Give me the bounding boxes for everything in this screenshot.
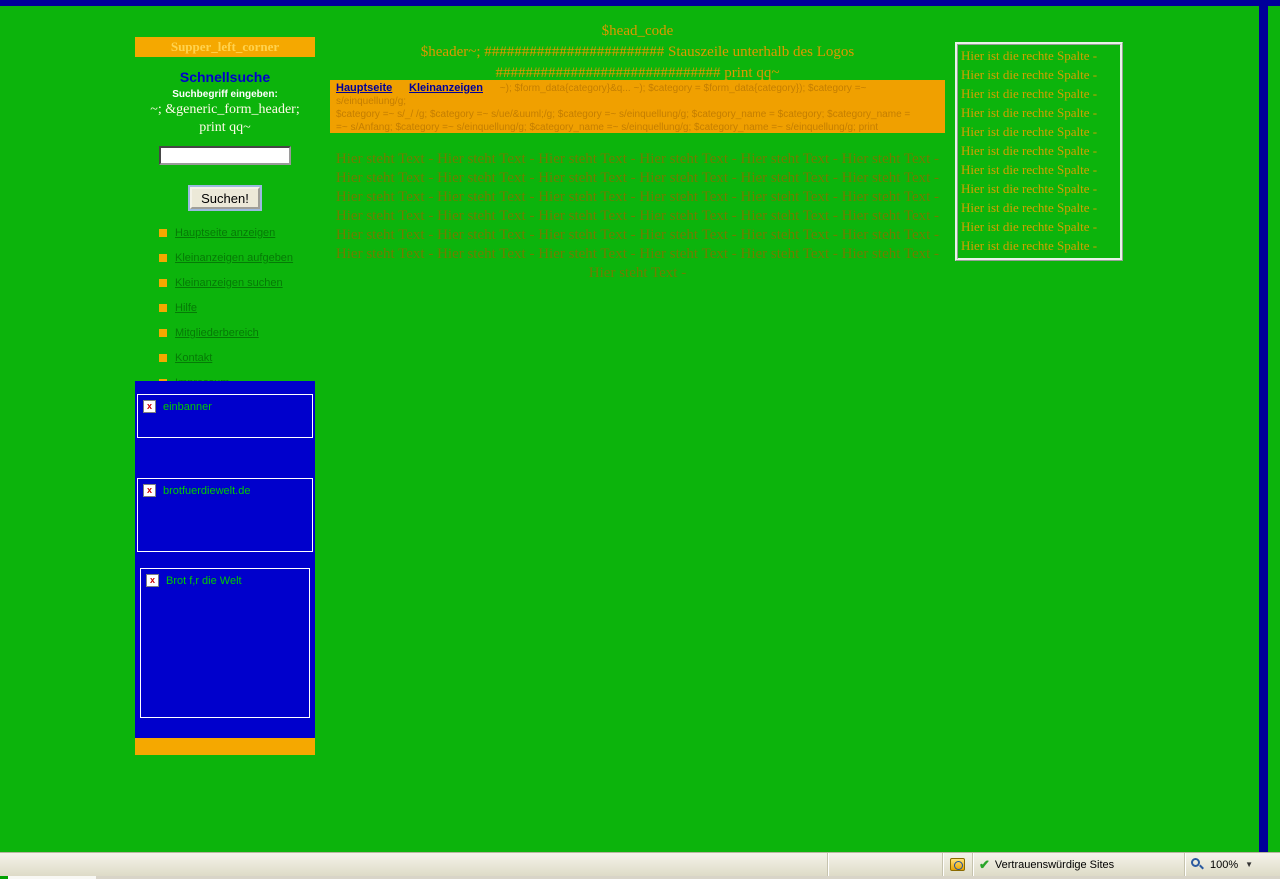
status-bar: ✔ Vertrauenswürdige Sites 100% ▼ xyxy=(0,852,1280,876)
status-message-area xyxy=(0,853,827,876)
right-column-line: Hier ist die rechte Spalte - xyxy=(961,46,1117,65)
right-column-line: Hier ist die rechte Spalte - xyxy=(961,217,1117,236)
sidebar-menu-item: Kontakt xyxy=(159,352,315,364)
top-nav-code-box: Hauptseite Kleinanzeigen ~); $form_data{… xyxy=(330,80,945,133)
right-column-line: Hier ist die rechte Spalte - xyxy=(961,198,1117,217)
sidebar-link-5[interactable]: Mitgliederbereich xyxy=(175,327,259,339)
nav-line-1: Hauptseite Kleinanzeigen ~); $form_data{… xyxy=(336,82,939,108)
zoom-control[interactable]: 100% ▼ xyxy=(1184,853,1280,876)
main-text: Hier steht Text - Hier steht Text - Hier… xyxy=(330,150,945,283)
sidebar-footer-bar xyxy=(135,738,315,755)
right-column-line: Hier ist die rechte Spalte - xyxy=(961,65,1117,84)
magnifier-icon xyxy=(1191,858,1205,872)
trusted-sites-cell: ✔ Vertrauenswürdige Sites xyxy=(972,853,1184,876)
sidebar-link-3[interactable]: Kleinanzeigen suchen xyxy=(175,277,283,289)
quick-search-title: Schnellsuche xyxy=(135,69,315,85)
sidebar-link-2[interactable]: Kleinanzeigen aufgeben xyxy=(175,252,293,264)
sidebar-link-6[interactable]: Kontakt xyxy=(175,352,212,364)
sidebar-link-4[interactable]: Hilfe xyxy=(175,302,197,314)
window-right-border xyxy=(1259,6,1268,852)
right-column-line: Hier ist die rechte Spalte - xyxy=(961,122,1117,141)
zoom-level: 100% xyxy=(1210,859,1238,871)
broken-image-icon: x xyxy=(143,484,156,497)
banner-brot-fuer-die-welt[interactable]: x Brot f,r die Welt xyxy=(140,568,310,718)
banner-label: einbanner xyxy=(163,400,212,413)
right-column: Hier ist die rechte Spalte - Hier ist di… xyxy=(955,42,1123,261)
banner-einbanner[interactable]: x einbanner xyxy=(137,394,313,438)
status-zone-cell xyxy=(942,853,972,876)
bullet-icon xyxy=(159,254,167,262)
broken-image-icon: x xyxy=(146,574,159,587)
head-code-line: $head_code xyxy=(330,21,945,42)
sidebar-menu-item: Hauptseite anzeigen xyxy=(159,227,315,239)
right-column-line: Hier ist die rechte Spalte - xyxy=(961,141,1117,160)
bullet-icon xyxy=(159,354,167,362)
bullet-icon xyxy=(159,279,167,287)
sidebar-link-1[interactable]: Hauptseite anzeigen xyxy=(175,227,275,239)
right-column-line: Hier ist die rechte Spalte - xyxy=(961,179,1117,198)
form-placeholder-1: ~; &generic_form_header; xyxy=(135,102,315,118)
bullet-icon xyxy=(159,229,167,237)
sidebar-menu: Hauptseite anzeigen Kleinanzeigen aufgeb… xyxy=(159,227,315,389)
search-button[interactable]: Suchen! xyxy=(190,187,260,209)
browser-viewport: $head_code $header~; ###################… xyxy=(0,6,1280,852)
sidebar: Supper_left_corner Schnellsuche Suchbegr… xyxy=(135,37,315,402)
sidebar-menu-item: Hilfe xyxy=(159,302,315,314)
right-column-line: Hier ist die rechte Spalte - xyxy=(961,103,1117,122)
chevron-down-icon: ▼ xyxy=(1245,860,1253,869)
banner-label: Brot f,r die Welt xyxy=(166,574,242,587)
code-text-3: =~ s/Anfang; $category =~ s/einquellung/… xyxy=(336,121,939,133)
status-spacer xyxy=(827,853,942,876)
banner-label: brotfuerdiewelt.de xyxy=(163,484,250,497)
quick-search-hint: Suchbegriff eingeben: xyxy=(135,89,315,100)
sidebar-menu-item: Mitgliederbereich xyxy=(159,327,315,339)
page-header-placeholders: $head_code $header~; ###################… xyxy=(330,21,945,84)
right-column-line: Hier ist die rechte Spalte - xyxy=(961,84,1117,103)
nav-link-hauptseite[interactable]: Hauptseite xyxy=(336,82,392,94)
trusted-sites-label: Vertrauenswürdige Sites xyxy=(995,859,1114,871)
code-text-2: $category =~ s/_/ /g; $category =~ s/ue/… xyxy=(336,108,939,121)
bullet-icon xyxy=(159,304,167,312)
right-column-line: Hier ist die rechte Spalte - xyxy=(961,160,1117,179)
sidebar-banner-panel: x einbanner x brotfuerdiewelt.de x Brot … xyxy=(135,381,315,738)
security-zone-icon xyxy=(950,858,965,871)
sidebar-header: Supper_left_corner xyxy=(135,37,315,57)
bullet-icon xyxy=(159,329,167,337)
form-placeholder-2: print qq~ xyxy=(135,120,315,136)
sidebar-menu-item: Kleinanzeigen suchen xyxy=(159,277,315,289)
checkmark-icon: ✔ xyxy=(979,857,990,873)
broken-image-icon: x xyxy=(143,400,156,413)
sidebar-menu-item: Kleinanzeigen aufgeben xyxy=(159,252,315,264)
header-status-line: $header~; ######################## Staus… xyxy=(330,42,945,63)
banner-brotfuerdiewelt[interactable]: x brotfuerdiewelt.de xyxy=(137,478,313,552)
search-input[interactable] xyxy=(159,146,291,165)
quick-search-panel: Schnellsuche Suchbegriff eingeben: ~; &g… xyxy=(135,57,315,209)
nav-link-kleinanzeigen[interactable]: Kleinanzeigen xyxy=(409,82,483,94)
right-column-line: Hier ist die rechte Spalte - xyxy=(961,236,1117,255)
